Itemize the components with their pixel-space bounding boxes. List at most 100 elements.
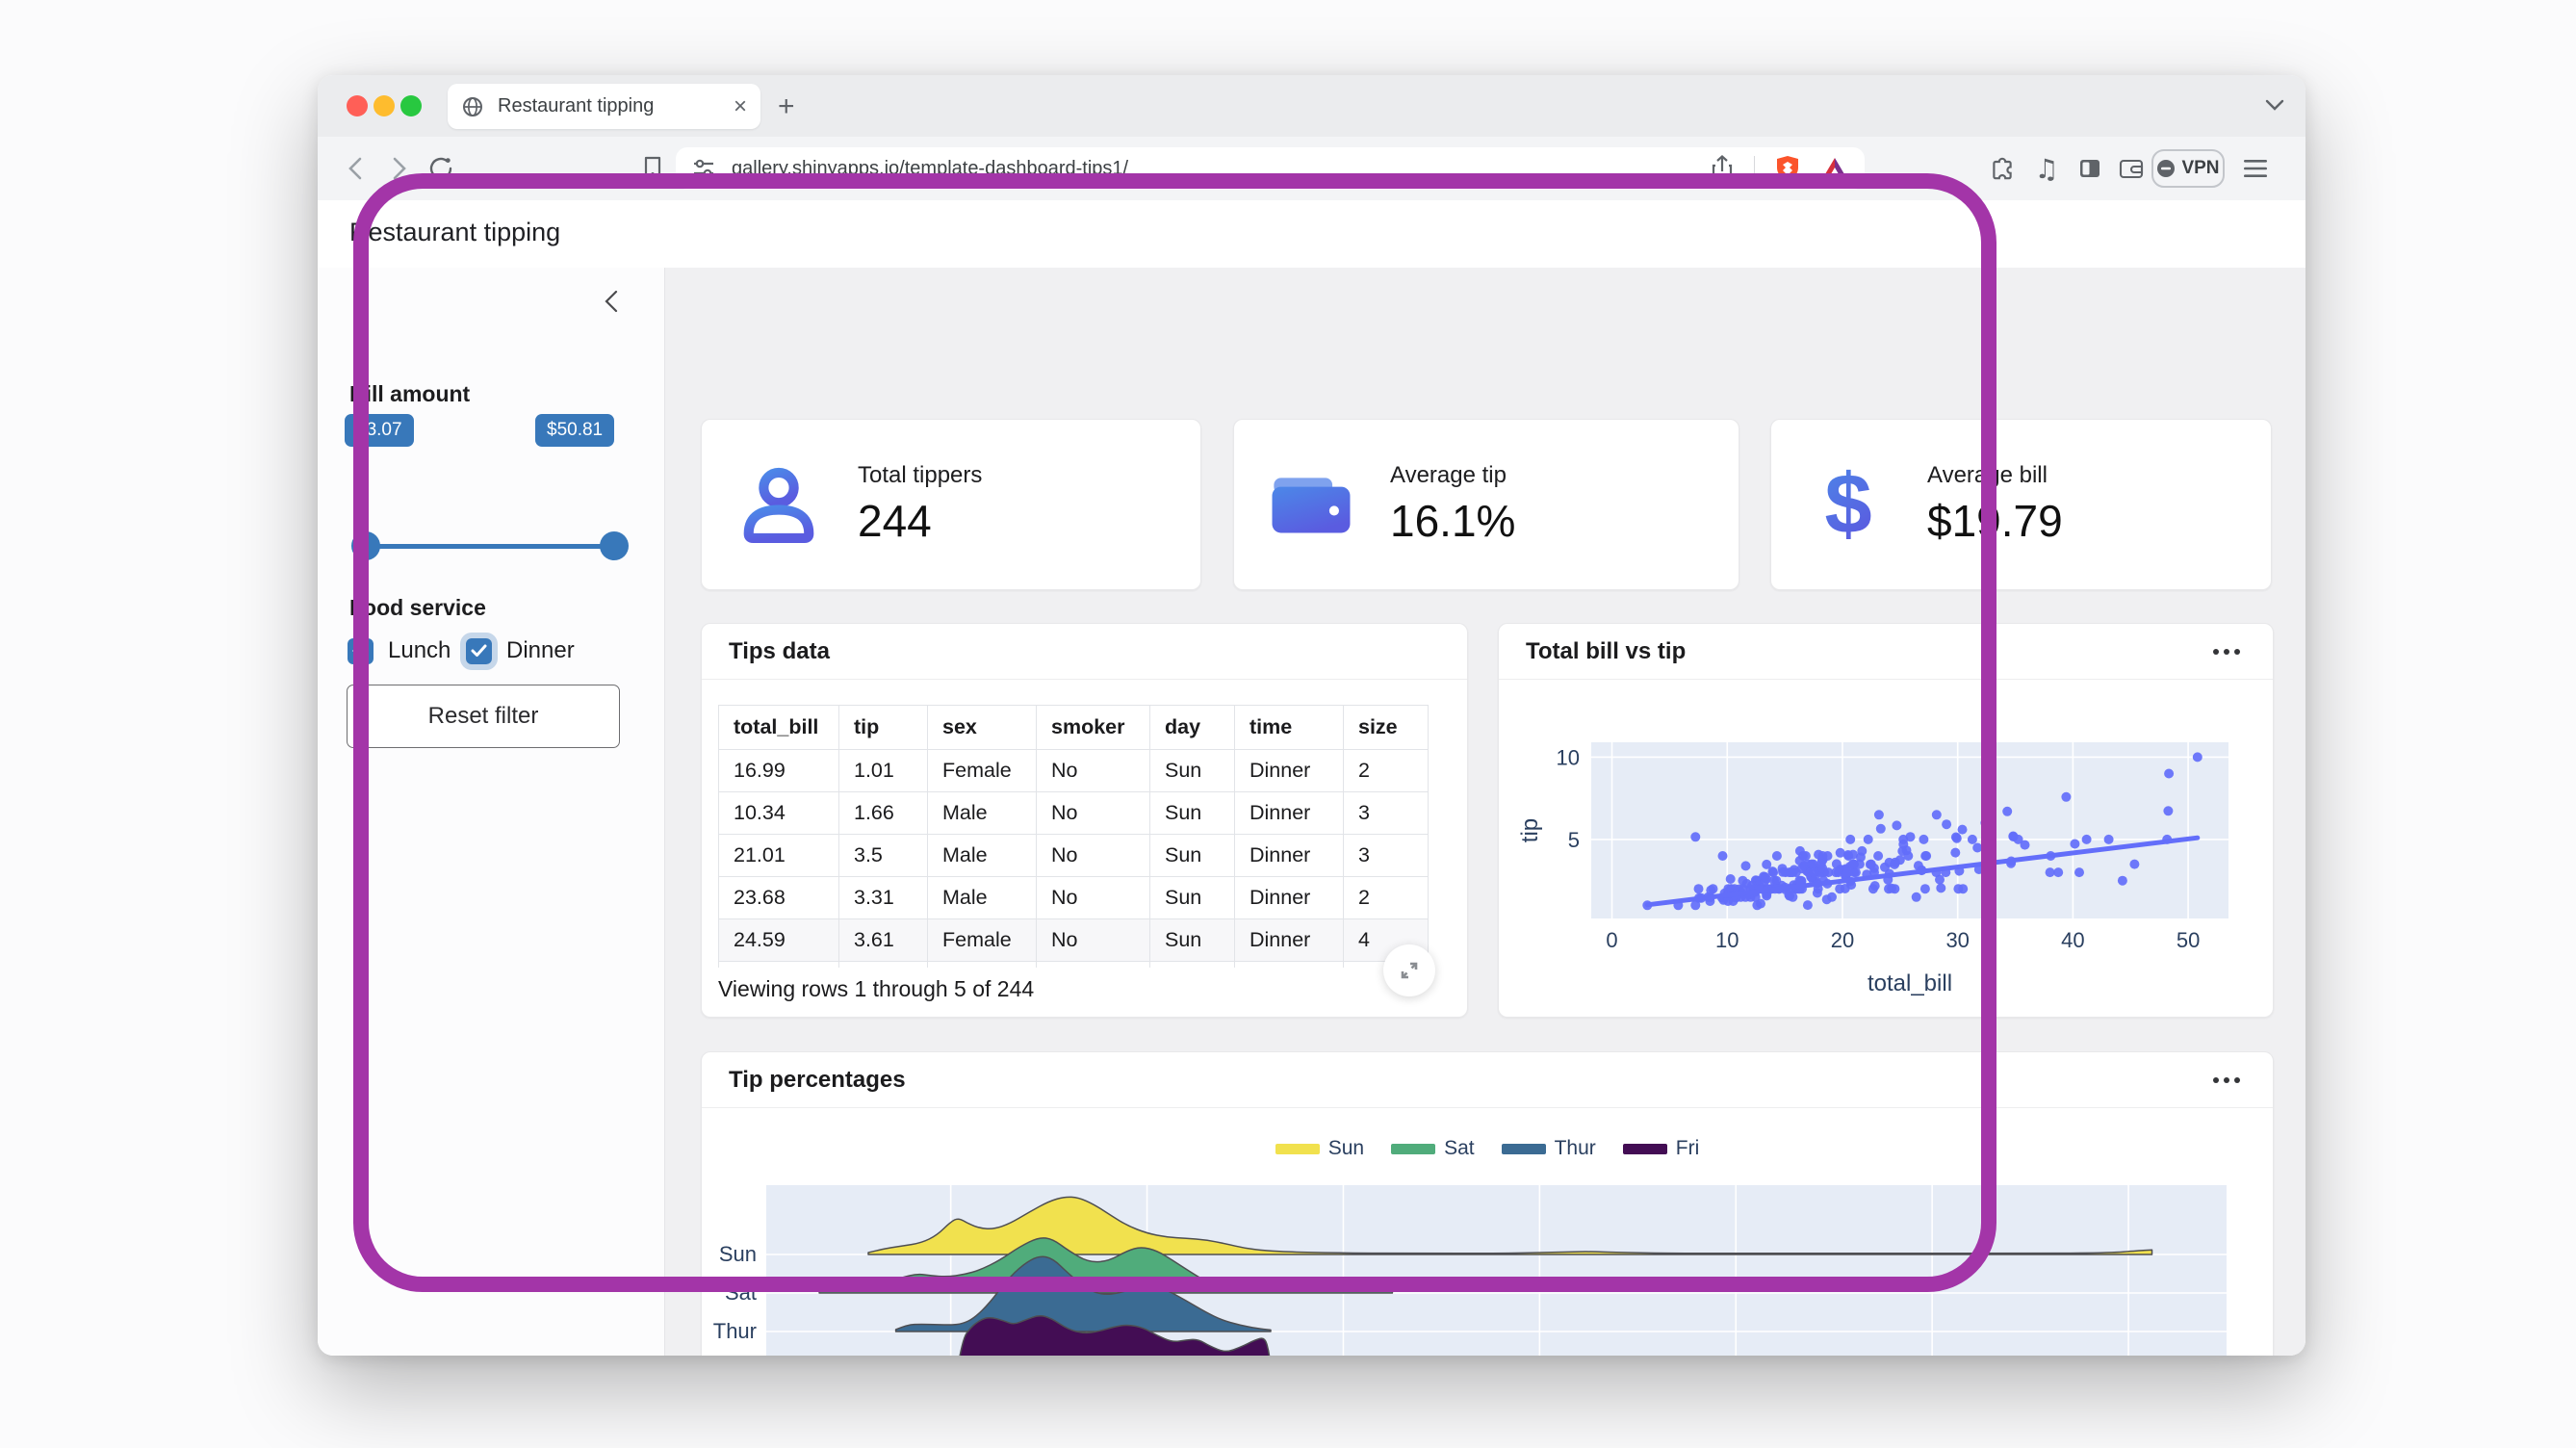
divider bbox=[1754, 156, 1755, 181]
table-cell: Dinner bbox=[1235, 792, 1344, 835]
table-cell: 10.34 bbox=[719, 792, 839, 835]
scatter-point bbox=[1823, 867, 1833, 877]
tune-icon[interactable] bbox=[691, 156, 716, 181]
chevron-down-icon[interactable] bbox=[2264, 98, 2285, 116]
scatter-point bbox=[1958, 825, 1968, 835]
scatter-plot[interactable]: 01020304050510total_billtip bbox=[1499, 680, 2273, 1017]
scatter-point bbox=[1932, 810, 1942, 819]
scatter-point bbox=[1694, 884, 1704, 893]
brave-shield-icon[interactable] bbox=[1774, 154, 1801, 183]
table-cell: No bbox=[1037, 750, 1150, 792]
url-bar[interactable]: gallery.shinyapps.io/template-dashboard-… bbox=[676, 147, 1865, 190]
back-icon[interactable] bbox=[339, 151, 374, 186]
browser-tab[interactable]: Restaurant tipping × bbox=[448, 84, 760, 129]
table-cell: Male bbox=[928, 877, 1037, 919]
url-text[interactable]: gallery.shinyapps.io/template-dashboard-… bbox=[732, 158, 1710, 180]
dinner-label: Dinner bbox=[506, 637, 575, 664]
scatter-point bbox=[2129, 860, 2139, 869]
scatter-point bbox=[1912, 892, 1921, 902]
y-tick-label: 5 bbox=[1568, 828, 1580, 852]
column-header[interactable]: tip bbox=[839, 706, 928, 750]
bookmark-icon[interactable] bbox=[635, 151, 670, 186]
scatter-point bbox=[1936, 883, 1945, 892]
table-cell: Sun bbox=[1150, 835, 1235, 877]
window-zoom-button[interactable] bbox=[400, 95, 422, 116]
vpn-label: VPN bbox=[2181, 158, 2219, 179]
column-header[interactable]: total_bill bbox=[719, 706, 839, 750]
table-cell: 21.01 bbox=[719, 835, 839, 877]
scatter-point bbox=[1718, 851, 1728, 861]
dinner-checkbox[interactable] bbox=[466, 638, 492, 664]
sidebar-collapse-icon[interactable] bbox=[603, 289, 620, 319]
scatter-point bbox=[1873, 851, 1883, 861]
scatter-point bbox=[1761, 872, 1770, 882]
x-tick-label: 40 bbox=[2061, 928, 2084, 952]
table-row[interactable]: 24.593.61FemaleNoSunDinner4 bbox=[719, 919, 1429, 962]
table-cell: Dinner bbox=[1235, 877, 1344, 919]
person-icon bbox=[734, 460, 823, 549]
media-icon[interactable]: ♫ bbox=[2029, 151, 2064, 186]
table-row[interactable]: 16.991.01FemaleNoSunDinner2 bbox=[719, 750, 1429, 792]
scatter-point bbox=[1842, 867, 1852, 877]
column-header[interactable]: sex bbox=[928, 706, 1037, 750]
ellipsis-icon[interactable] bbox=[2207, 1072, 2246, 1089]
tips-table: total_billtipsexsmokerdaytimesize16.991.… bbox=[718, 705, 1430, 968]
menu-icon[interactable] bbox=[2238, 151, 2273, 186]
table-cell: Dinner bbox=[1235, 750, 1344, 792]
scatter-point bbox=[1920, 884, 1930, 893]
table-cell: Sun bbox=[1150, 792, 1235, 835]
wallet-toolbar-icon[interactable] bbox=[2114, 151, 2149, 186]
extensions-icon[interactable] bbox=[1985, 151, 2020, 186]
bat-icon[interactable] bbox=[1820, 155, 1849, 182]
lunch-checkbox[interactable] bbox=[348, 638, 374, 664]
column-header[interactable]: day bbox=[1150, 706, 1235, 750]
value-box-total-tippers: Total tippers 244 bbox=[701, 419, 1201, 590]
table-cell: 2 bbox=[1344, 750, 1429, 792]
scatter-point bbox=[1892, 820, 1901, 830]
forward-icon[interactable] bbox=[381, 151, 416, 186]
scatter-point bbox=[1950, 848, 1960, 858]
svg-text:$: $ bbox=[1824, 460, 1871, 549]
vpn-button[interactable]: VPN bbox=[2151, 149, 2225, 188]
expand-icon bbox=[1398, 959, 1421, 982]
sidebar-panel-icon[interactable] bbox=[2073, 151, 2107, 186]
scatter-point bbox=[1884, 884, 1893, 893]
ridgeline-plot[interactable]: SunSatThurFri0.10.20.30.40.50.60.7 bbox=[702, 1108, 2273, 1356]
bill-amount-slider[interactable] bbox=[366, 544, 614, 549]
window-minimize-button[interactable] bbox=[374, 95, 395, 116]
table-row[interactable]: 23.683.31MaleNoSunDinner2 bbox=[719, 877, 1429, 919]
expand-table-button[interactable] bbox=[1383, 944, 1435, 996]
scatter-point bbox=[1726, 874, 1736, 884]
scatter-point bbox=[1843, 851, 1853, 861]
scatter-point bbox=[1972, 843, 1982, 853]
table-row[interactable]: 21.013.5MaleNoSunDinner3 bbox=[719, 835, 1429, 877]
scatter-point bbox=[1809, 867, 1818, 877]
column-header[interactable]: size bbox=[1344, 706, 1429, 750]
slider-handle-min[interactable] bbox=[351, 531, 380, 560]
slider-max-badge: $50.81 bbox=[535, 414, 614, 447]
ellipsis-icon[interactable] bbox=[2207, 643, 2246, 660]
reset-filter-button[interactable]: Reset filter bbox=[347, 685, 620, 748]
close-icon[interactable]: × bbox=[734, 95, 747, 118]
new-tab-icon[interactable]: + bbox=[778, 90, 795, 123]
table-cell: Male bbox=[928, 792, 1037, 835]
lunch-label: Lunch bbox=[388, 637, 451, 664]
column-header[interactable]: time bbox=[1235, 706, 1344, 750]
scatter-point bbox=[2193, 752, 2202, 762]
slider-handle-max[interactable] bbox=[600, 531, 629, 560]
share-icon[interactable] bbox=[1710, 154, 1735, 183]
category-label: Thur bbox=[713, 1319, 757, 1343]
scatter-point bbox=[1741, 861, 1751, 870]
table-cell: 3.61 bbox=[839, 919, 928, 962]
reload-icon[interactable] bbox=[424, 151, 458, 186]
window-close-button[interactable] bbox=[347, 95, 368, 116]
scatter-point bbox=[2070, 840, 2079, 849]
table-row[interactable]: 10.341.66MaleNoSunDinner3 bbox=[719, 792, 1429, 835]
value-box-average-tip: Average tip 16.1% bbox=[1233, 419, 1739, 590]
scatter-point bbox=[1868, 884, 1878, 893]
column-header[interactable]: smoker bbox=[1037, 706, 1150, 750]
scatter-point bbox=[1845, 835, 1855, 844]
scatter-point bbox=[2053, 867, 2063, 877]
x-axis-label: total_bill bbox=[1868, 970, 1952, 996]
vpn-icon bbox=[2156, 159, 2176, 178]
